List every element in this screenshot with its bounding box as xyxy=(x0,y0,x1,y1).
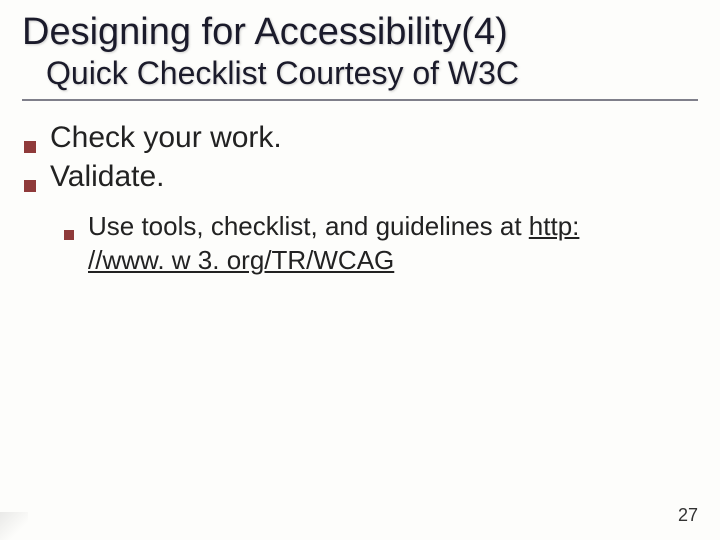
bullet-text: Check your work. xyxy=(50,119,282,157)
slide-body: Check your work. Validate. Use tools, ch… xyxy=(22,119,698,278)
bullet-text: Validate. xyxy=(50,158,165,196)
corner-decoration xyxy=(0,512,28,540)
square-bullet-icon xyxy=(24,180,36,192)
slide: Designing for Accessibility(4) Quick Che… xyxy=(0,0,720,540)
bullet-level1: Check your work. xyxy=(24,119,698,157)
slide-subtitle: Quick Checklist Courtesy of W3C xyxy=(46,56,698,91)
bullet-level1: Validate. xyxy=(24,158,698,196)
square-bullet-icon xyxy=(24,141,36,153)
bullet-level2: Use tools, checklist, and guidelines at … xyxy=(64,210,698,278)
bullet-text: Use tools, checklist, and guidelines at … xyxy=(88,210,648,278)
title-divider xyxy=(22,99,698,101)
slide-title: Designing for Accessibility(4) xyxy=(22,12,698,54)
square-bullet-icon xyxy=(64,230,74,240)
page-number: 27 xyxy=(678,505,698,526)
sub-bullet-pretext: Use tools, checklist, and guidelines at xyxy=(88,211,529,241)
